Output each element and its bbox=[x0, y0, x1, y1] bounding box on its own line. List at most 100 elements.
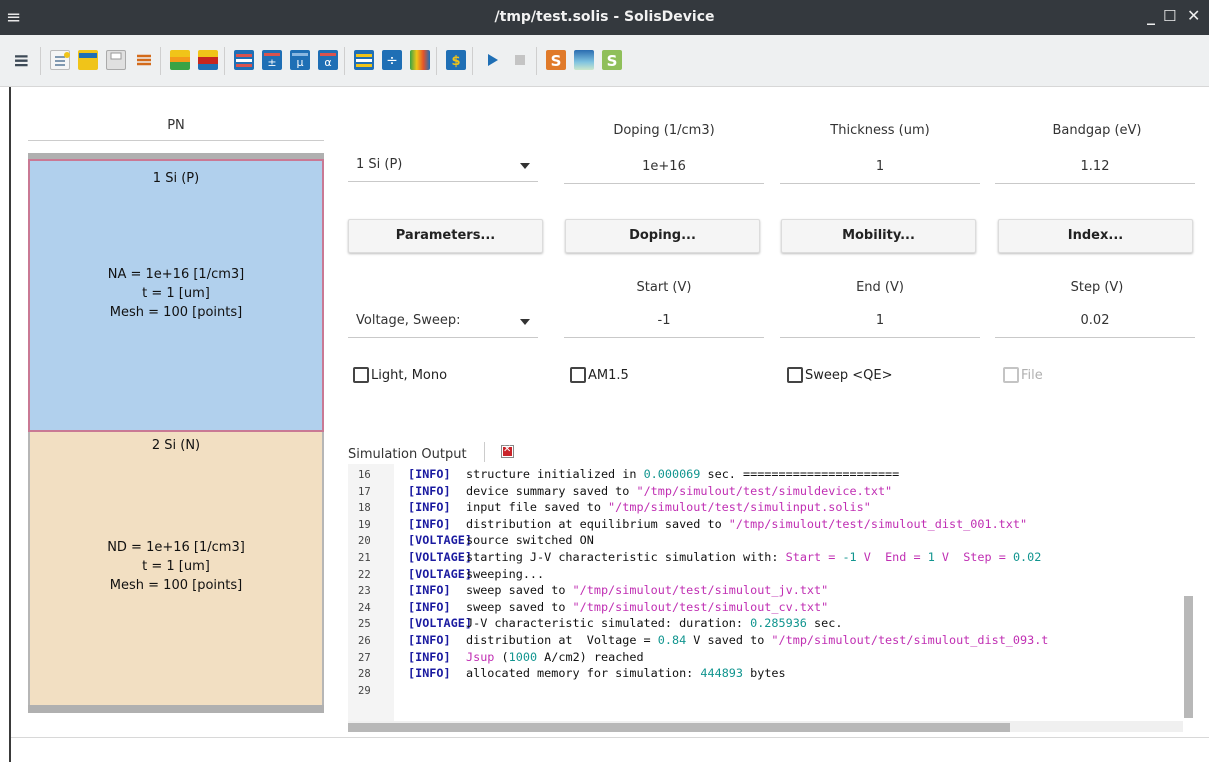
toolbar: ≡ ± μ α ÷ $ S S bbox=[0, 35, 1209, 87]
simulation-output-log[interactable]: 16 [INFO] structure initialized in 0.00006… bbox=[348, 464, 1194, 732]
start-header: Start (V) bbox=[636, 280, 692, 295]
checkbox-box bbox=[570, 367, 586, 383]
checkbox-box bbox=[787, 367, 803, 383]
mobility-icon[interactable]: μ bbox=[290, 50, 310, 70]
file-checkbox: File bbox=[1003, 367, 1043, 383]
svg-text:S: S bbox=[607, 52, 618, 70]
log-text: J-V characteristic simulated: duration: bbox=[466, 616, 751, 631]
layer-select[interactable]: 1 Si (P) bbox=[348, 152, 538, 182]
layer-info: NA = 1e+16 [1/cm3] t = 1 [um] Mesh = 100… bbox=[30, 265, 322, 322]
spectrum-icon[interactable] bbox=[410, 50, 430, 70]
open-icon[interactable] bbox=[78, 50, 98, 70]
layer-p[interactable]: 1 Si (P) NA = 1e+16 [1/cm3] t = 1 [um] M… bbox=[28, 159, 324, 432]
toolbar-separator bbox=[436, 47, 437, 75]
title-bar: ≡ /tmp/test.solis - SolisDevice _ ☐ ✕ bbox=[0, 0, 1209, 35]
bandgap-field[interactable]: 1.12 bbox=[995, 154, 1195, 184]
status-divider bbox=[11, 737, 1209, 738]
log-line: 18 [INFO] input file saved to "/tmp/simulo… bbox=[348, 500, 1183, 517]
checkbox-label: File bbox=[1021, 367, 1043, 383]
horizontal-scrollbar[interactable] bbox=[348, 721, 1183, 732]
sweep-mode-select[interactable]: Voltage, Sweep: bbox=[348, 308, 538, 338]
hamburger-menu-icon[interactable]: ≡ bbox=[13, 48, 30, 72]
svg-text:S: S bbox=[551, 52, 562, 70]
doping-field[interactable]: 1e+16 bbox=[564, 154, 764, 184]
log-text: A/cm2) reached bbox=[537, 649, 644, 664]
line-number: 23 bbox=[358, 585, 371, 598]
log-text: sec. bbox=[806, 616, 843, 631]
bandgap-header: Bandgap (eV) bbox=[1052, 123, 1142, 138]
start-field[interactable]: -1 bbox=[564, 308, 764, 338]
log-tag: [VOLTAGE] bbox=[408, 533, 472, 548]
layer-mesh: Mesh = 100 [points] bbox=[109, 578, 243, 593]
light-mono-checkbox[interactable]: Light, Mono bbox=[353, 367, 447, 383]
horizontal-scroll-thumb[interactable] bbox=[348, 723, 1010, 732]
toolbar-separator bbox=[224, 47, 225, 75]
layer-name: 1 Si (P) bbox=[152, 171, 200, 186]
index-icon[interactable]: α bbox=[318, 50, 338, 70]
log-text: sweep saved to bbox=[466, 599, 573, 614]
new-icon[interactable] bbox=[50, 50, 70, 70]
layer-thickness: t = 1 [um] bbox=[142, 286, 210, 301]
stop-icon[interactable] bbox=[510, 50, 530, 70]
log-text: 1 bbox=[927, 549, 935, 564]
dollar-icon[interactable]: $ bbox=[446, 50, 466, 70]
line-number: 17 bbox=[358, 485, 371, 498]
log-line: 20 [VOLTAGE]source switched ON bbox=[348, 533, 1183, 550]
log-text: Start = bbox=[785, 549, 843, 564]
minimize-button[interactable]: _ bbox=[1147, 6, 1155, 25]
simulation-output-label: Simulation Output bbox=[348, 447, 467, 462]
log-text: input file saved to bbox=[466, 500, 609, 515]
gradient-icon[interactable] bbox=[574, 50, 594, 70]
solis-icon[interactable]: S bbox=[546, 50, 566, 70]
list-icon[interactable] bbox=[134, 50, 154, 70]
toolbar-separator bbox=[472, 47, 473, 75]
log-text: "/tmp/simulout/test/simulout_jv.txt" bbox=[572, 583, 829, 598]
layer-n[interactable]: 2 Si (N) ND = 1e+16 [1/cm3] t = 1 [um] M… bbox=[28, 432, 324, 705]
doping-header: Doping (1/cm3) bbox=[613, 123, 715, 138]
doping-button[interactable]: Doping... bbox=[565, 219, 760, 253]
log-text: "/tmp/simulout/test/simulout_cv.txt" bbox=[572, 599, 829, 614]
line-number: 25 bbox=[358, 618, 371, 631]
end-field[interactable]: 1 bbox=[780, 308, 980, 338]
solis-green-icon[interactable]: S bbox=[602, 50, 622, 70]
layer-props-icon[interactable] bbox=[354, 50, 374, 70]
run-icon[interactable] bbox=[482, 50, 502, 70]
log-lines: 16 [INFO] structure initialized in 0.00006… bbox=[348, 467, 1183, 699]
line-number: 18 bbox=[358, 502, 371, 515]
index-button[interactable]: Index... bbox=[998, 219, 1193, 253]
log-tag: [INFO] bbox=[408, 500, 451, 515]
line-number: 29 bbox=[358, 684, 371, 697]
contact-bottom bbox=[28, 705, 324, 713]
sweep-qe-checkbox[interactable]: Sweep <QE> bbox=[787, 367, 893, 383]
divide-icon[interactable]: ÷ bbox=[382, 50, 402, 70]
log-tag: [INFO] bbox=[408, 599, 451, 614]
mobility-button[interactable]: Mobility... bbox=[781, 219, 976, 253]
doping-icon[interactable]: ± bbox=[262, 50, 282, 70]
layer-green-icon[interactable] bbox=[170, 50, 190, 70]
checkbox-label: Light, Mono bbox=[371, 367, 448, 383]
vertical-scrollbar[interactable] bbox=[1183, 464, 1194, 732]
am15-checkbox[interactable]: AM1.5 bbox=[570, 367, 629, 383]
thickness-field[interactable]: 1 bbox=[780, 154, 980, 184]
close-button[interactable]: ✕ bbox=[1187, 6, 1200, 25]
log-tag: [INFO] bbox=[408, 666, 451, 681]
log-text: V End = bbox=[856, 549, 928, 564]
parameters-icon[interactable] bbox=[234, 50, 254, 70]
toolbar-separator bbox=[40, 47, 41, 75]
maximize-button[interactable]: ☐ bbox=[1163, 7, 1176, 25]
save-icon[interactable] bbox=[106, 50, 126, 70]
log-line: 21 [VOLTAGE]starting J-V characteristic s… bbox=[348, 550, 1183, 567]
step-field[interactable]: 0.02 bbox=[995, 308, 1195, 338]
layer-name: 2 Si (N) bbox=[151, 438, 201, 453]
log-text: V Step = bbox=[934, 549, 1013, 564]
log-tag: [INFO] bbox=[408, 632, 451, 647]
line-number: 21 bbox=[358, 551, 371, 564]
clear-output-icon[interactable] bbox=[501, 444, 514, 458]
layer-red-icon[interactable] bbox=[198, 50, 218, 70]
log-text: 0.84 bbox=[657, 632, 687, 647]
vertical-scroll-thumb[interactable] bbox=[1184, 596, 1193, 718]
log-text: "/tmp/simulout/test/simulout_dist_093.t bbox=[771, 632, 1049, 647]
log-line: 24 [INFO] sweep saved to "/tmp/simulout/te… bbox=[348, 600, 1183, 617]
line-number: 20 bbox=[358, 535, 371, 548]
parameters-button[interactable]: Parameters... bbox=[348, 219, 543, 253]
